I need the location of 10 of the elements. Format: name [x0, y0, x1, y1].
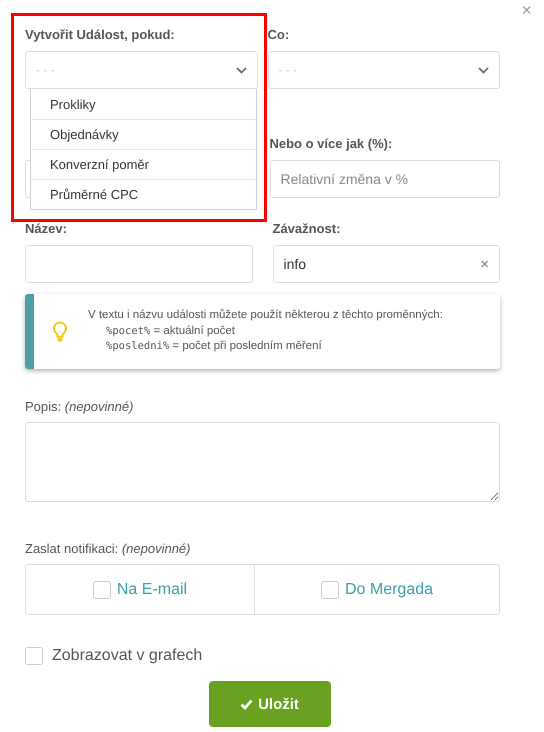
field-label: Název:: [25, 221, 67, 236]
variable-description: %pocet% = aktuální počet: [105, 324, 236, 339]
field-label: Nebo o více jak (%):: [270, 136, 392, 151]
field-label: Závažnost:: [272, 221, 340, 236]
field-label: Zaslat notifikaci: (nepovinné): [25, 541, 192, 556]
field-label: Vytvořit Událost, pokud:: [25, 27, 175, 42]
info-text: V textu i názvu události můžete použít některou z těchto proměnných:: [88, 308, 443, 324]
field-label: Co:: [268, 27, 290, 42]
variable-description: %posledni% = počet při posledním měření: [105, 339, 323, 354]
field-label: Popis: (nepovinné): [25, 399, 134, 414]
